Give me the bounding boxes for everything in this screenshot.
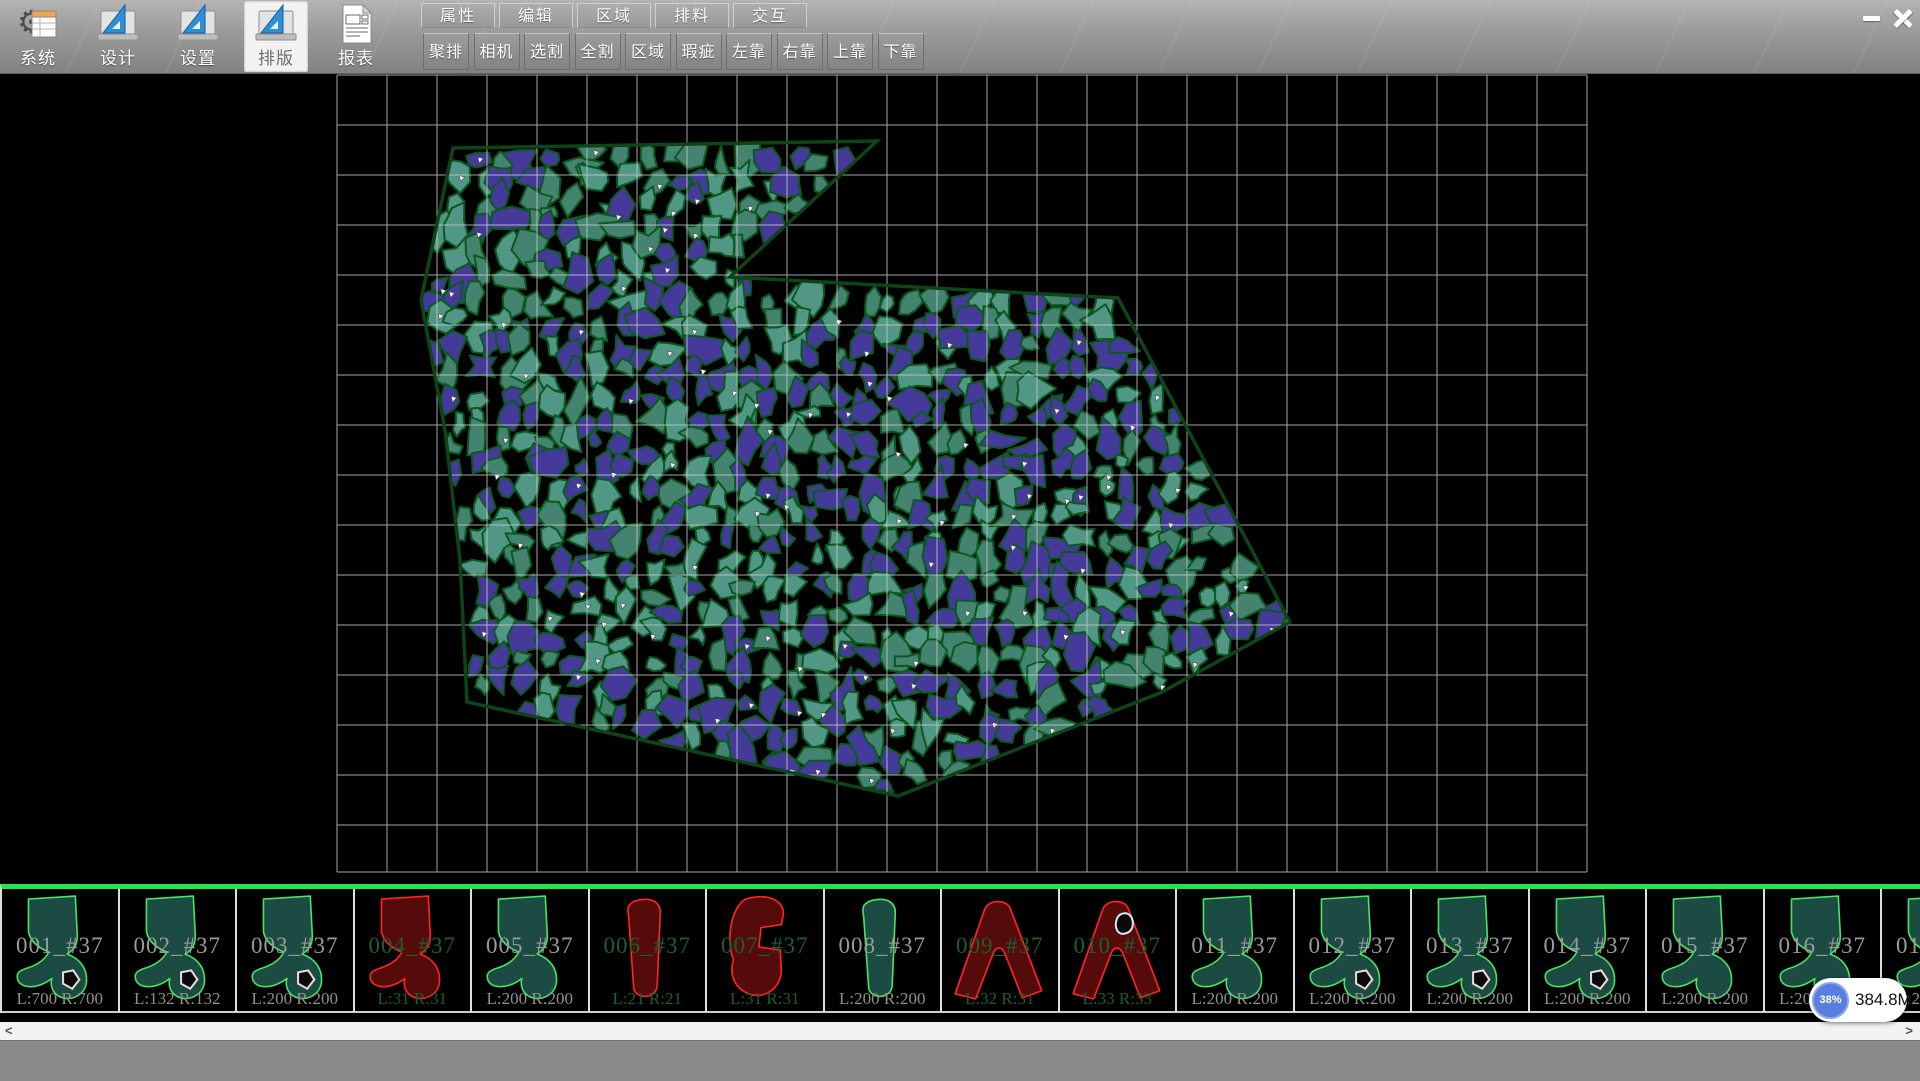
close-button[interactable] [1889,3,1917,33]
system-gear-icon: ⚙ [15,3,61,50]
tool-button-7[interactable]: 左靠 [726,33,772,70]
piece-id-label: 008_#37 [825,933,941,959]
piece-lr-count-label: L:31 R:31 [707,989,823,1009]
nav-button-label: 报表 [324,44,388,69]
piece-id-label: 006_#37 [590,933,706,959]
tool-button-6[interactable]: 瑕疵 [676,33,722,70]
thumbnail-cell-12[interactable]: 012_#37 L:200 R:200 [1295,889,1413,1013]
nav-button-4[interactable]: 排版 [244,1,308,72]
piece-lr-count-label: L:32 R:31 [942,989,1058,1009]
piece-id-label: 007_#37 [707,933,823,959]
tool-button-4[interactable]: 全割 [575,33,621,70]
memory-size-label: 384.8M [1855,990,1912,1010]
nav-button-2[interactable]: 设计 [86,1,150,72]
main-toolbar: ⚙系统设计设置排版报表 属性编辑区域排料交互 聚排相机选割全割区域瑕疵左靠右靠上… [0,0,1920,74]
thumbnail-cell-5[interactable]: 005_#37 L:200 R:200 [472,889,590,1013]
thumbnail-cell-8[interactable]: 008_#37 L:200 R:200 [825,889,943,1013]
memory-progress-pill: 38% 384.8M [1809,978,1907,1022]
thumbnail-cell-14[interactable]: 014_#37 L:200 R:200 [1530,889,1648,1013]
menu-tab-2[interactable]: 编辑 [499,3,573,28]
nav-button-label: 设置 [166,44,230,69]
thumbnail-cell-3[interactable]: 003_#37 L:200 R:200 [237,889,355,1013]
piece-id-label: 011_#37 [1177,933,1293,959]
piece-lr-count-label: L:200 R:200 [472,989,588,1009]
nesting-canvas[interactable] [0,73,1920,884]
system-gear-icon: ⚙ [17,4,56,40]
piece-id-label: 015_#37 [1647,933,1763,959]
piece-id-label: 014_#37 [1530,933,1646,959]
design-ruler-icon [95,3,141,50]
thumbnail-cell-1[interactable]: 001_#37 L:700 R:700 [2,889,120,1013]
piece-id-label: 002_#37 [120,933,236,959]
tool-button-1[interactable]: 聚排 [423,33,469,70]
scroll-left-icon[interactable]: < [5,1022,13,1040]
thumbnail-cell-13[interactable]: 013_#37 L:200 R:200 [1412,889,1530,1013]
piece-thumbnail-strip: 001_#37L:700 R:700002_#37L:132 R:132003_… [0,884,1920,1013]
menu-tab-1[interactable]: 属性 [421,3,495,28]
thumbnail-cell-11[interactable]: 011_#37 L:200 R:200 [1177,889,1295,1013]
piece-lr-count-label: L:31 R:31 [355,989,471,1009]
piece-lr-count-label: L:200 R:200 [1177,989,1293,1009]
piece-id-label: 001_#37 [2,933,118,959]
status-bar [0,1040,1920,1081]
horizontal-scrollbar[interactable]: < > [0,1022,1920,1040]
piece-id-label: 004_#37 [355,933,471,959]
piece-id-label: 009_#37 [942,933,1058,959]
nav-button-1[interactable]: ⚙ 系统 [6,1,70,72]
piece-lr-count-label: L:200 R:200 [825,989,941,1009]
piece-id-label: 005_#37 [472,933,588,959]
piece-id-label: 016_#37 [1765,933,1881,959]
piece-lr-count-label: L:200 R:200 [1412,989,1528,1009]
thumbnail-cell-9[interactable]: 009_#37 L:32 R:31 [942,889,1060,1013]
menu-tab-5[interactable]: 交互 [733,3,807,28]
menu-tab-4[interactable]: 排料 [655,3,729,28]
tool-button-3[interactable]: 选割 [524,33,570,70]
piece-lr-count-label: L:700 R:700 [2,989,118,1009]
tool-button-5[interactable]: 区域 [625,33,671,70]
thumbnail-cell-2[interactable]: 002_#37 L:132 R:132 [120,889,238,1013]
report-document-icon [333,3,379,50]
thumbnail-cell-15[interactable]: 015_#37 L:200 R:200 [1647,889,1765,1013]
menu-tab-3[interactable]: 区域 [577,3,651,28]
minimize-button[interactable] [1857,3,1885,33]
report-document-icon [343,5,371,43]
nav-button-label: 系统 [6,44,70,69]
tool-button-2[interactable]: 相机 [474,33,520,70]
thumbnail-cell-6[interactable]: 006_#37 L:21 R:21 [590,889,708,1013]
tool-button-8[interactable]: 右靠 [777,33,823,70]
settings-ruler-icon [175,3,221,50]
thumbnail-cell-7[interactable]: 007_#37 L:31 R:31 [707,889,825,1013]
thumbnail-cell-10[interactable]: 010_#37 L:33 R:33 [1060,889,1178,1013]
nav-button-3[interactable]: 设置 [166,1,230,72]
piece-lr-count-label: L:132 R:132 [120,989,236,1009]
piece-lr-count-label: L:200 R:200 [1295,989,1411,1009]
tool-button-9[interactable]: 上靠 [827,33,873,70]
nav-button-label: 排版 [244,44,308,69]
piece-id-label: 013_#37 [1412,933,1528,959]
piece-id-label: 012_#37 [1295,933,1411,959]
progress-percent-badge: 38% [1812,982,1849,1019]
piece-lr-count-label: L:200 R:200 [1530,989,1646,1009]
piece-id-label: 003_#37 [237,933,353,959]
piece-id-label: 010_#37 [1060,933,1176,959]
piece-lr-count-label: L:33 R:33 [1060,989,1176,1009]
nav-button-5[interactable]: 报表 [324,1,388,72]
thumbnail-cell-4[interactable]: 004_#37 L:31 R:31 [355,889,473,1013]
piece-lr-count-label: L:200 R:200 [237,989,353,1009]
nav-button-label: 设计 [86,44,150,69]
close-icon [1893,8,1913,28]
scroll-right-icon[interactable]: > [1905,1022,1913,1040]
piece-lr-count-label: L:21 R:21 [590,989,706,1009]
piece-id-label: 017_#37 [1882,933,1920,959]
minimize-icon [1863,16,1880,21]
piece-lr-count-label: L:200 R:200 [1647,989,1763,1009]
tool-button-10[interactable]: 下靠 [878,33,924,70]
layout-ruler-icon [253,3,299,50]
